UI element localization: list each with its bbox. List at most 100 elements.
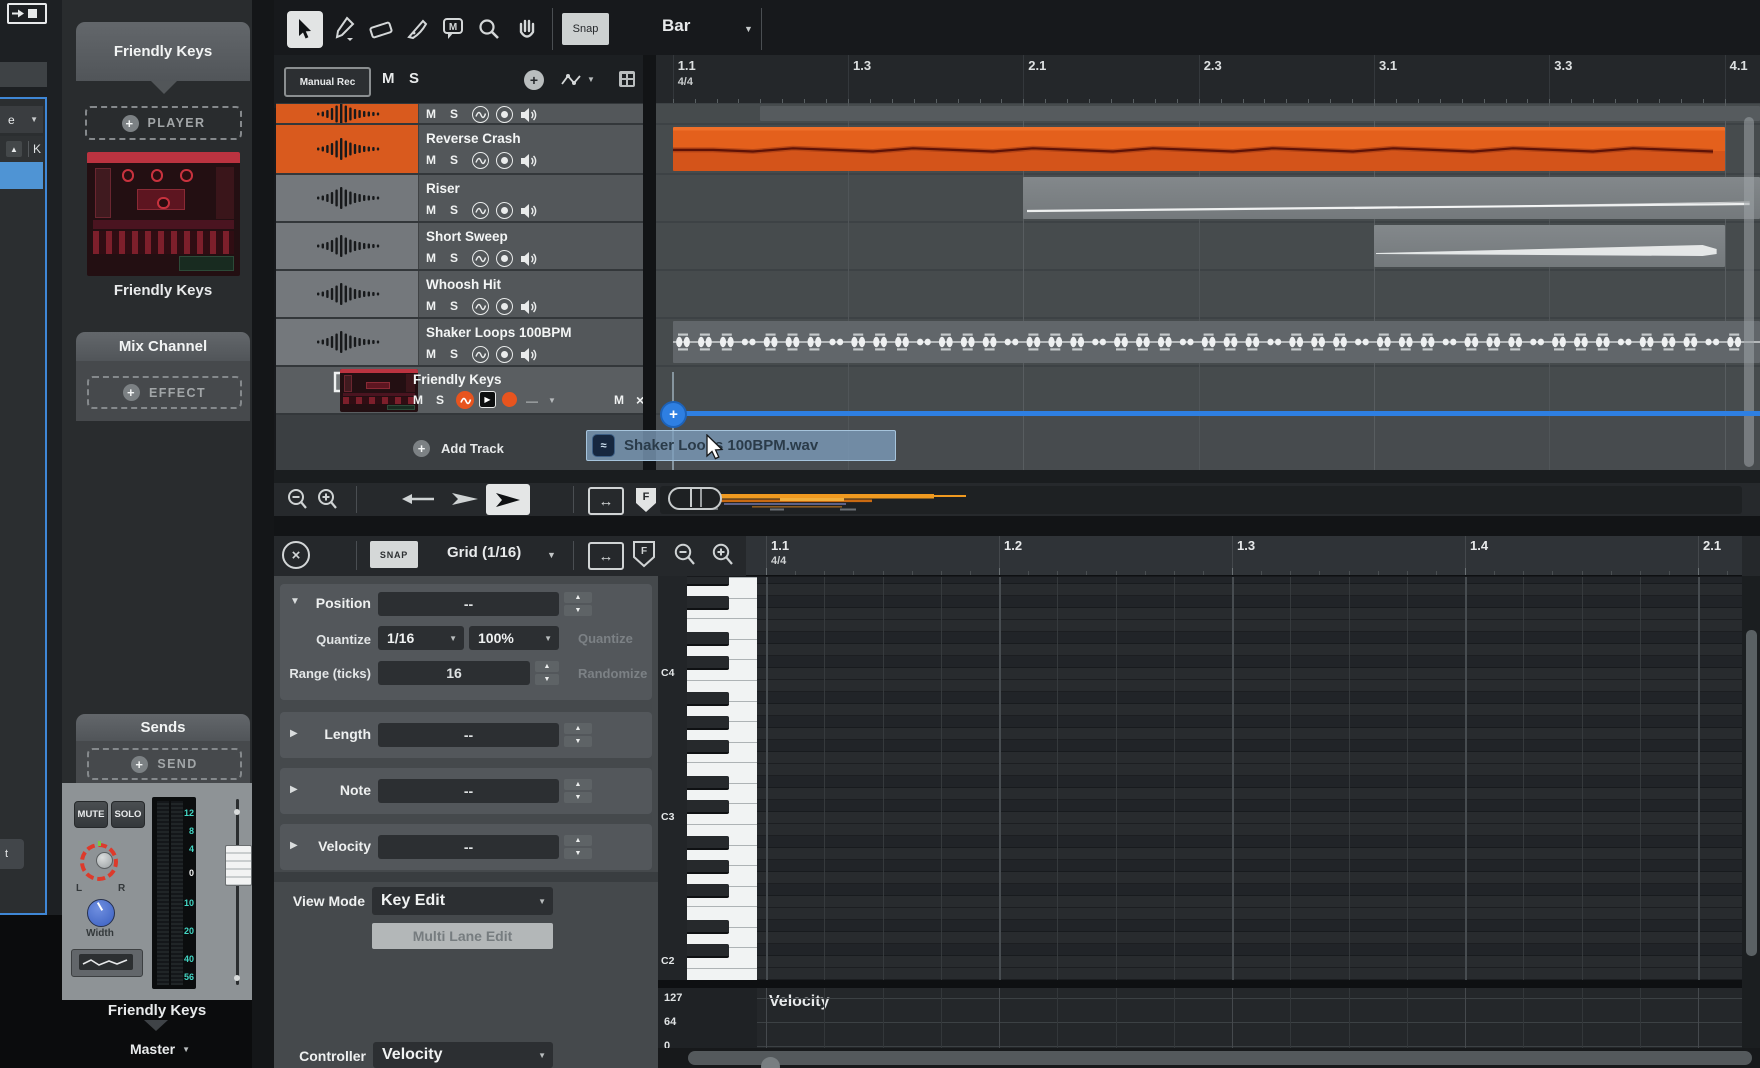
fader-handle[interactable] [225,845,252,886]
timebase-select[interactable]: Bar ▼ [662,16,772,42]
automation-icon[interactable] [560,71,582,89]
note-row[interactable] [757,596,1742,608]
snap-toggle[interactable]: Snap [562,13,609,45]
black-key[interactable] [687,920,729,934]
expand-triangle-icon[interactable]: ▼ [290,596,300,607]
note-row[interactable] [757,577,1742,584]
note-row[interactable] [757,584,1742,596]
sort-asc-icon[interactable]: ▲ [6,141,22,157]
spin-up-icon[interactable]: ▲ [564,835,592,846]
solo-button[interactable]: SOLO [111,801,145,828]
black-key[interactable] [687,800,729,814]
editor-fit-icon[interactable]: ↔ [588,542,624,570]
detach-window-icon[interactable] [7,3,47,24]
track-header[interactable]: Reverse CrashMS [276,125,643,173]
note-row[interactable] [757,632,1742,644]
black-key[interactable] [687,656,729,670]
track-header[interactable]: Short SweepMS [276,223,643,269]
track-mute-button[interactable]: M [426,251,436,265]
zoom-tool[interactable] [474,14,504,44]
note-row[interactable] [757,824,1742,836]
note-row[interactable] [757,668,1742,680]
audio-clip[interactable] [1023,177,1760,219]
automation-wave-icon[interactable] [456,391,474,409]
mute-tool[interactable]: M [438,14,468,44]
black-key[interactable] [687,716,729,730]
black-key[interactable] [687,596,729,610]
spin-up-icon[interactable]: ▲ [564,592,592,603]
mini-list-header[interactable]: ▲ K [0,136,43,162]
eraser-tool[interactable] [366,14,396,44]
close-editor-button[interactable]: × [282,541,310,569]
output-select[interactable]: Master ▼ [110,1038,210,1060]
note-row[interactable] [757,776,1742,788]
note-row[interactable] [757,740,1742,752]
arrange-lane[interactable] [656,271,1760,317]
note-row[interactable] [757,788,1742,800]
note-grid[interactable] [757,577,1742,980]
track-mute-button[interactable]: M [426,299,436,313]
note-row[interactable] [757,752,1742,764]
record-arm-icon[interactable] [496,346,513,363]
pan-knob[interactable] [80,843,118,881]
mini-selected-row[interactable] [0,162,43,189]
zoom-in-icon[interactable] [315,487,341,518]
editor-ruler[interactable]: 1.14/41.21.31.42.1 [746,536,1742,576]
piano-keyboard[interactable] [687,577,757,980]
track-mute-button[interactable]: M [426,347,436,361]
editor-zoom-in-icon[interactable] [710,542,737,574]
audio-clip[interactable] [1374,225,1725,267]
mix-channel-header[interactable]: Mix Channel [76,332,250,361]
note-row[interactable] [757,920,1742,932]
position-spinner[interactable]: ▲▼ [564,592,592,616]
note-row[interactable] [757,956,1742,968]
pan-mode-button[interactable] [71,949,143,977]
add-effect-button[interactable]: + EFFECT [87,376,242,409]
black-key[interactable] [687,860,729,874]
quantize-strength-select[interactable]: 100% ▼ [469,626,559,650]
automation-wave-icon[interactable] [472,298,489,315]
automation-wave-icon[interactable] [472,106,489,123]
grid-select[interactable]: Grid (1/16) ▼ [447,544,577,566]
add-track-button[interactable]: + Add Track [413,440,504,457]
note-row[interactable] [757,968,1742,980]
chevron-down-icon[interactable]: ▼ [548,396,556,405]
black-key[interactable] [687,740,729,754]
mute-button[interactable]: MUTE [74,801,108,828]
instrument-tab[interactable]: Friendly Keys [76,22,250,81]
timeline-fit-icon[interactable]: ↔ [588,487,624,515]
black-key[interactable] [687,577,729,586]
chevron-down-icon[interactable]: ▼ [587,75,595,84]
add-send-button[interactable]: + SEND [87,748,242,780]
randomize-button[interactable]: Randomize [578,666,647,681]
black-key[interactable] [687,944,729,958]
black-key[interactable] [687,632,729,646]
automation-wave-icon[interactable] [472,202,489,219]
spin-down-icon[interactable]: ▼ [564,736,592,747]
note-row[interactable] [757,848,1742,860]
track-color-strip[interactable] [276,271,419,317]
note-row[interactable] [757,836,1742,848]
note-row[interactable] [757,944,1742,956]
song-overview[interactable] [660,486,1742,514]
track-mute-button[interactable]: M [413,393,423,407]
dragged-file-chip[interactable]: ≈ Shaker Loops 100BPM.wav [586,430,896,461]
expand-triangle-icon[interactable]: ▶ [290,840,298,851]
length-field[interactable]: -- [378,723,559,747]
zoom-out-icon[interactable] [285,487,311,518]
audio-clip[interactable] [673,127,1725,171]
velocity-field[interactable]: -- [378,835,559,859]
layout-grid-icon[interactable] [619,71,635,87]
track-header[interactable]: Shaker Loops 100BPMMS [276,319,643,365]
spin-up-icon[interactable]: ▲ [535,661,559,672]
audio-clip[interactable] [673,321,1760,363]
overview-viewport[interactable] [668,487,722,510]
track-solo-button[interactable]: S [450,251,458,265]
track-header-instrument[interactable]: Friendly KeysMS▶—▼M× [276,367,643,413]
panel-split-band[interactable] [274,516,1760,536]
track-header[interactable]: RiserMS [276,175,643,221]
automation-wave-icon[interactable] [472,250,489,267]
track-solo-button[interactable]: S [450,107,458,121]
track-color-strip[interactable] [276,125,419,173]
track-header[interactable]: MS [276,104,643,123]
